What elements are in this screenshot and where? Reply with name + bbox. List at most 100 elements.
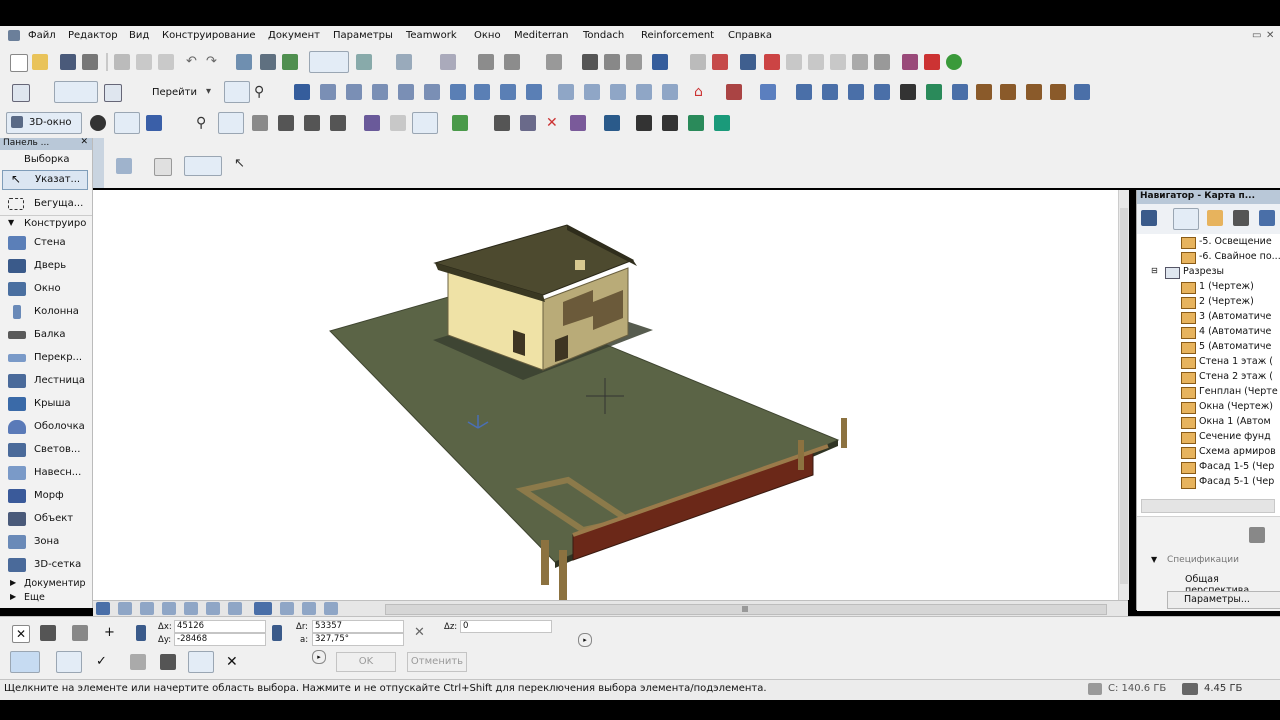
tool-stair[interactable]: Лестница xyxy=(0,370,92,392)
snap-toggle-button[interactable] xyxy=(10,651,40,673)
menu-file[interactable]: Файл xyxy=(28,30,56,41)
cut-icon[interactable] xyxy=(114,54,130,70)
line-mode-button[interactable] xyxy=(56,651,82,673)
pin-icon[interactable] xyxy=(494,115,510,131)
trim-icon[interactable] xyxy=(924,54,940,70)
marquee-3d-button[interactable] xyxy=(412,112,438,134)
photo-icon[interactable] xyxy=(636,115,652,131)
beam-settings-icon[interactable] xyxy=(320,84,336,100)
slab-settings-icon[interactable] xyxy=(346,84,362,100)
project-map-icon[interactable] xyxy=(1141,210,1157,226)
params-button[interactable]: Параметры... xyxy=(1167,591,1280,609)
zoom-in-icon[interactable] xyxy=(96,602,110,615)
cut-plane-icon[interactable] xyxy=(330,115,346,131)
camera-icon[interactable] xyxy=(796,84,812,100)
walk-view-icon[interactable] xyxy=(280,602,294,615)
film-icon[interactable] xyxy=(662,115,678,131)
redo-icon[interactable]: ↷ xyxy=(206,54,222,70)
tool-zone[interactable]: Зона xyxy=(0,531,92,553)
trace-icon[interactable] xyxy=(356,54,372,70)
pointer-icon[interactable]: ↖ xyxy=(234,156,250,172)
gear-icon[interactable] xyxy=(520,115,536,131)
tool-wall[interactable]: Стена xyxy=(0,232,92,254)
pen-icon[interactable] xyxy=(900,84,916,100)
lock-icon[interactable] xyxy=(626,54,642,70)
book-icon[interactable] xyxy=(726,84,742,100)
menu-mediterran[interactable]: Mediterran xyxy=(514,30,569,41)
menu-document[interactable]: Документ xyxy=(268,30,320,41)
level-dim-icon[interactable] xyxy=(584,84,600,100)
text-icon[interactable] xyxy=(610,84,626,100)
tool-skylight[interactable]: Светов... xyxy=(0,439,92,461)
lock-x-icon[interactable] xyxy=(136,625,146,641)
hammer-icon[interactable] xyxy=(1050,84,1066,100)
z-axis-icon[interactable]: ✕ xyxy=(414,625,430,641)
check-icon[interactable]: ✓ xyxy=(96,654,112,670)
magic-wand-button[interactable] xyxy=(309,51,349,73)
hand-view-icon[interactable] xyxy=(228,602,242,615)
export-icon[interactable] xyxy=(1074,84,1090,100)
relative-coords-icon[interactable] xyxy=(40,625,56,641)
delta-x-field[interactable]: 45126 xyxy=(174,620,266,633)
snap-icon[interactable] xyxy=(396,54,412,70)
grid-icon[interactable] xyxy=(72,625,88,641)
door-settings-icon[interactable] xyxy=(450,84,466,100)
calculator-icon[interactable] xyxy=(570,115,586,131)
delta-z-field[interactable]: 0 xyxy=(460,620,552,633)
origin-icon[interactable]: + xyxy=(104,625,120,641)
open-file-icon[interactable] xyxy=(32,54,48,70)
menu-options[interactable]: Параметры xyxy=(333,30,393,41)
fill-icon[interactable] xyxy=(662,84,678,100)
hand-icon[interactable] xyxy=(390,115,406,131)
save-icon[interactable] xyxy=(60,54,76,70)
elevation-icon[interactable] xyxy=(546,54,562,70)
menu-help[interactable]: Справка xyxy=(728,30,772,41)
render-icon[interactable] xyxy=(760,84,776,100)
adjust-icon[interactable] xyxy=(764,54,780,70)
axon-button[interactable] xyxy=(114,112,140,134)
tool-beam[interactable]: Балка xyxy=(0,324,92,346)
syringe-icon[interactable] xyxy=(282,54,298,70)
vr-icon[interactable] xyxy=(688,115,704,131)
menu-reinforcement[interactable]: Reinforcement xyxy=(641,30,714,41)
offset-icon[interactable] xyxy=(808,54,824,70)
zoom-rect-icon[interactable] xyxy=(324,602,338,615)
walk-3d-icon[interactable]: ⚲ xyxy=(196,115,212,131)
find-select-icon[interactable] xyxy=(236,54,252,70)
walk-icon[interactable]: ⚲ xyxy=(254,84,270,100)
design-group-header[interactable]: ▼ Конструиро xyxy=(0,215,92,230)
filter-icon[interactable] xyxy=(364,115,380,131)
menu-tondach[interactable]: Tondach xyxy=(583,30,624,41)
drag-icon[interactable] xyxy=(652,54,668,70)
goto-dropdown-icon[interactable]: ▾ xyxy=(206,86,211,97)
mesh-settings-icon[interactable] xyxy=(398,84,414,100)
settings-icon[interactable] xyxy=(1026,84,1042,100)
rectangle-selection-icon[interactable] xyxy=(154,158,172,176)
box-icon[interactable] xyxy=(304,115,320,131)
perspective-icon[interactable] xyxy=(146,115,162,131)
special-snap-button[interactable] xyxy=(188,651,214,673)
tool-slab[interactable]: Перекр... xyxy=(0,347,92,369)
close-3d-icon[interactable]: ✕ xyxy=(546,115,562,131)
copy-icon[interactable] xyxy=(136,54,152,70)
new-file-icon[interactable] xyxy=(10,54,28,72)
more-group-header[interactable]: ▶ Еще xyxy=(0,590,92,604)
viewport-vertical-scrollbar[interactable] xyxy=(1118,190,1129,600)
tool-object[interactable]: Объект xyxy=(0,508,92,530)
home-view-icon[interactable] xyxy=(278,115,294,131)
mirror-icon[interactable] xyxy=(712,54,728,70)
ungroup-icon[interactable] xyxy=(604,54,620,70)
guide-icon[interactable] xyxy=(130,654,146,670)
navigator-hscroll[interactable] xyxy=(1141,499,1275,513)
view-map-button[interactable] xyxy=(1173,208,1199,230)
magnify-icon[interactable] xyxy=(302,602,316,615)
pan-icon[interactable] xyxy=(252,115,268,131)
snap-grid-icon[interactable] xyxy=(160,654,176,670)
cancel-button[interactable]: Отменить xyxy=(407,652,467,672)
zoom-out-icon[interactable] xyxy=(118,602,132,615)
section-button[interactable] xyxy=(54,81,98,103)
line-tool-icon[interactable] xyxy=(478,54,494,70)
menu-window[interactable]: Окно xyxy=(474,30,501,41)
light-icon[interactable] xyxy=(848,84,864,100)
zoom-prev-icon[interactable] xyxy=(162,602,176,615)
